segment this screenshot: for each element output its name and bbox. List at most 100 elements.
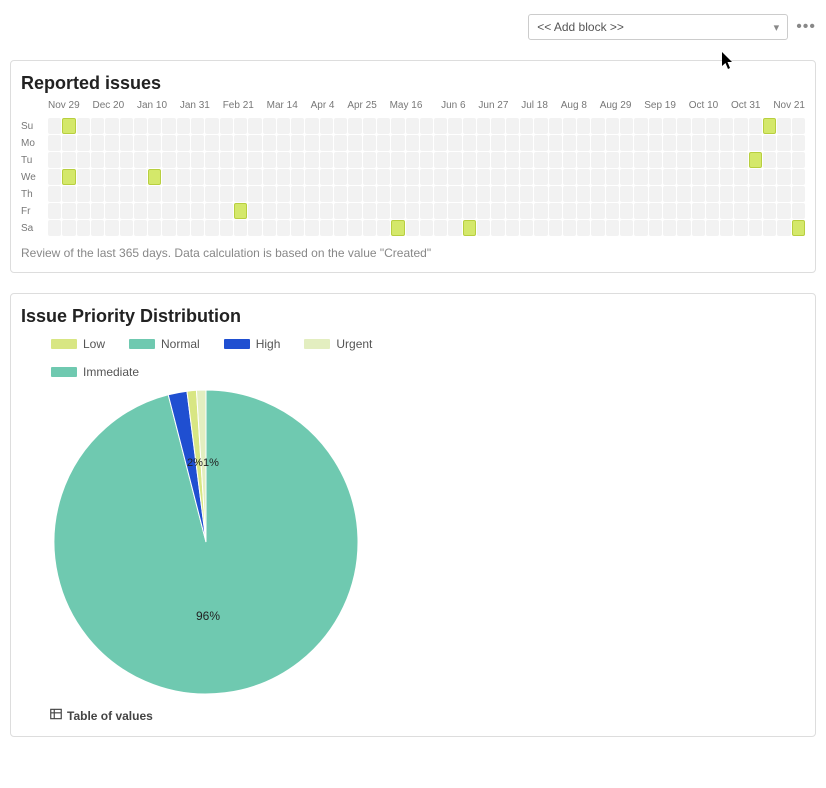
heatmap-cell[interactable] — [520, 118, 533, 134]
heatmap-cell[interactable] — [620, 169, 633, 185]
heatmap-cell[interactable] — [234, 203, 247, 219]
heatmap-cell[interactable] — [48, 135, 61, 151]
heatmap-cell[interactable] — [463, 135, 476, 151]
legend-item[interactable]: High — [224, 337, 281, 351]
heatmap-cell[interactable] — [320, 152, 333, 168]
heatmap-cell[interactable] — [377, 186, 390, 202]
heatmap-cell[interactable] — [363, 152, 376, 168]
heatmap-cell[interactable] — [706, 135, 719, 151]
heatmap-cell[interactable] — [120, 186, 133, 202]
heatmap-cell[interactable] — [663, 186, 676, 202]
heatmap-cell[interactable] — [749, 203, 762, 219]
heatmap-cell[interactable] — [434, 152, 447, 168]
heatmap-cell[interactable] — [677, 135, 690, 151]
heatmap-cell[interactable] — [377, 135, 390, 151]
heatmap-cell[interactable] — [134, 135, 147, 151]
heatmap-cell[interactable] — [162, 186, 175, 202]
heatmap-cell[interactable] — [591, 186, 604, 202]
heatmap-cell[interactable] — [348, 186, 361, 202]
heatmap-cell[interactable] — [305, 220, 318, 236]
heatmap-cell[interactable] — [263, 118, 276, 134]
heatmap-cell[interactable] — [120, 169, 133, 185]
heatmap-cell[interactable] — [563, 203, 576, 219]
heatmap-cell[interactable] — [62, 152, 75, 168]
heatmap-cell[interactable] — [420, 186, 433, 202]
heatmap-cell[interactable] — [720, 220, 733, 236]
heatmap-cell[interactable] — [377, 118, 390, 134]
heatmap-cell[interactable] — [263, 203, 276, 219]
legend-item[interactable]: Urgent — [304, 337, 372, 351]
heatmap-cell[interactable] — [534, 135, 547, 151]
heatmap-cell[interactable] — [720, 135, 733, 151]
heatmap-cell[interactable] — [463, 220, 476, 236]
heatmap-cell[interactable] — [91, 118, 104, 134]
heatmap-cell[interactable] — [162, 152, 175, 168]
heatmap-cell[interactable] — [606, 203, 619, 219]
heatmap-cell[interactable] — [334, 203, 347, 219]
heatmap-cell[interactable] — [134, 118, 147, 134]
heatmap-cell[interactable] — [348, 152, 361, 168]
heatmap-cell[interactable] — [420, 169, 433, 185]
heatmap-cell[interactable] — [663, 135, 676, 151]
heatmap-cell[interactable] — [62, 169, 75, 185]
heatmap-cell[interactable] — [305, 152, 318, 168]
heatmap-cell[interactable] — [448, 152, 461, 168]
heatmap-cell[interactable] — [191, 169, 204, 185]
heatmap-cell[interactable] — [620, 118, 633, 134]
heatmap-cell[interactable] — [291, 203, 304, 219]
heatmap-cell[interactable] — [77, 152, 90, 168]
heatmap-cell[interactable] — [91, 169, 104, 185]
heatmap-cell[interactable] — [191, 152, 204, 168]
heatmap-cell[interactable] — [77, 169, 90, 185]
heatmap-cell[interactable] — [477, 118, 490, 134]
heatmap-cell[interactable] — [792, 152, 805, 168]
heatmap-cell[interactable] — [549, 186, 562, 202]
heatmap-cell[interactable] — [363, 118, 376, 134]
heatmap-cell[interactable] — [62, 203, 75, 219]
heatmap-cell[interactable] — [334, 135, 347, 151]
heatmap-cell[interactable] — [291, 220, 304, 236]
heatmap-cell[interactable] — [291, 186, 304, 202]
heatmap-cell[interactable] — [620, 203, 633, 219]
legend-item[interactable]: Immediate — [51, 365, 139, 379]
heatmap-cell[interactable] — [377, 203, 390, 219]
heatmap-cell[interactable] — [448, 186, 461, 202]
heatmap-cell[interactable] — [749, 152, 762, 168]
heatmap-cell[interactable] — [191, 118, 204, 134]
heatmap-cell[interactable] — [320, 186, 333, 202]
heatmap-cell[interactable] — [220, 135, 233, 151]
heatmap-cell[interactable] — [448, 203, 461, 219]
heatmap-cell[interactable] — [577, 135, 590, 151]
heatmap-cell[interactable] — [763, 186, 776, 202]
heatmap-cell[interactable] — [148, 135, 161, 151]
heatmap-cell[interactable] — [220, 169, 233, 185]
heatmap-cell[interactable] — [391, 152, 404, 168]
heatmap-cell[interactable] — [577, 203, 590, 219]
heatmap-cell[interactable] — [291, 169, 304, 185]
heatmap-cell[interactable] — [649, 186, 662, 202]
heatmap-cell[interactable] — [320, 135, 333, 151]
heatmap-cell[interactable] — [634, 203, 647, 219]
heatmap-cell[interactable] — [706, 186, 719, 202]
heatmap-cell[interactable] — [177, 203, 190, 219]
heatmap-cell[interactable] — [177, 118, 190, 134]
heatmap-cell[interactable] — [177, 169, 190, 185]
heatmap-cell[interactable] — [734, 169, 747, 185]
heatmap-cell[interactable] — [649, 118, 662, 134]
heatmap-cell[interactable] — [606, 169, 619, 185]
heatmap-cell[interactable] — [749, 169, 762, 185]
heatmap-cell[interactable] — [177, 135, 190, 151]
heatmap-cell[interactable] — [105, 220, 118, 236]
heatmap-cell[interactable] — [792, 169, 805, 185]
heatmap-cell[interactable] — [391, 220, 404, 236]
heatmap-cell[interactable] — [277, 152, 290, 168]
heatmap-cell[interactable] — [677, 186, 690, 202]
heatmap-cell[interactable] — [792, 135, 805, 151]
heatmap-cell[interactable] — [792, 220, 805, 236]
heatmap-cell[interactable] — [520, 203, 533, 219]
heatmap-cell[interactable] — [634, 135, 647, 151]
heatmap-cell[interactable] — [606, 118, 619, 134]
heatmap-cell[interactable] — [448, 220, 461, 236]
heatmap-cell[interactable] — [191, 186, 204, 202]
heatmap-cell[interactable] — [277, 186, 290, 202]
